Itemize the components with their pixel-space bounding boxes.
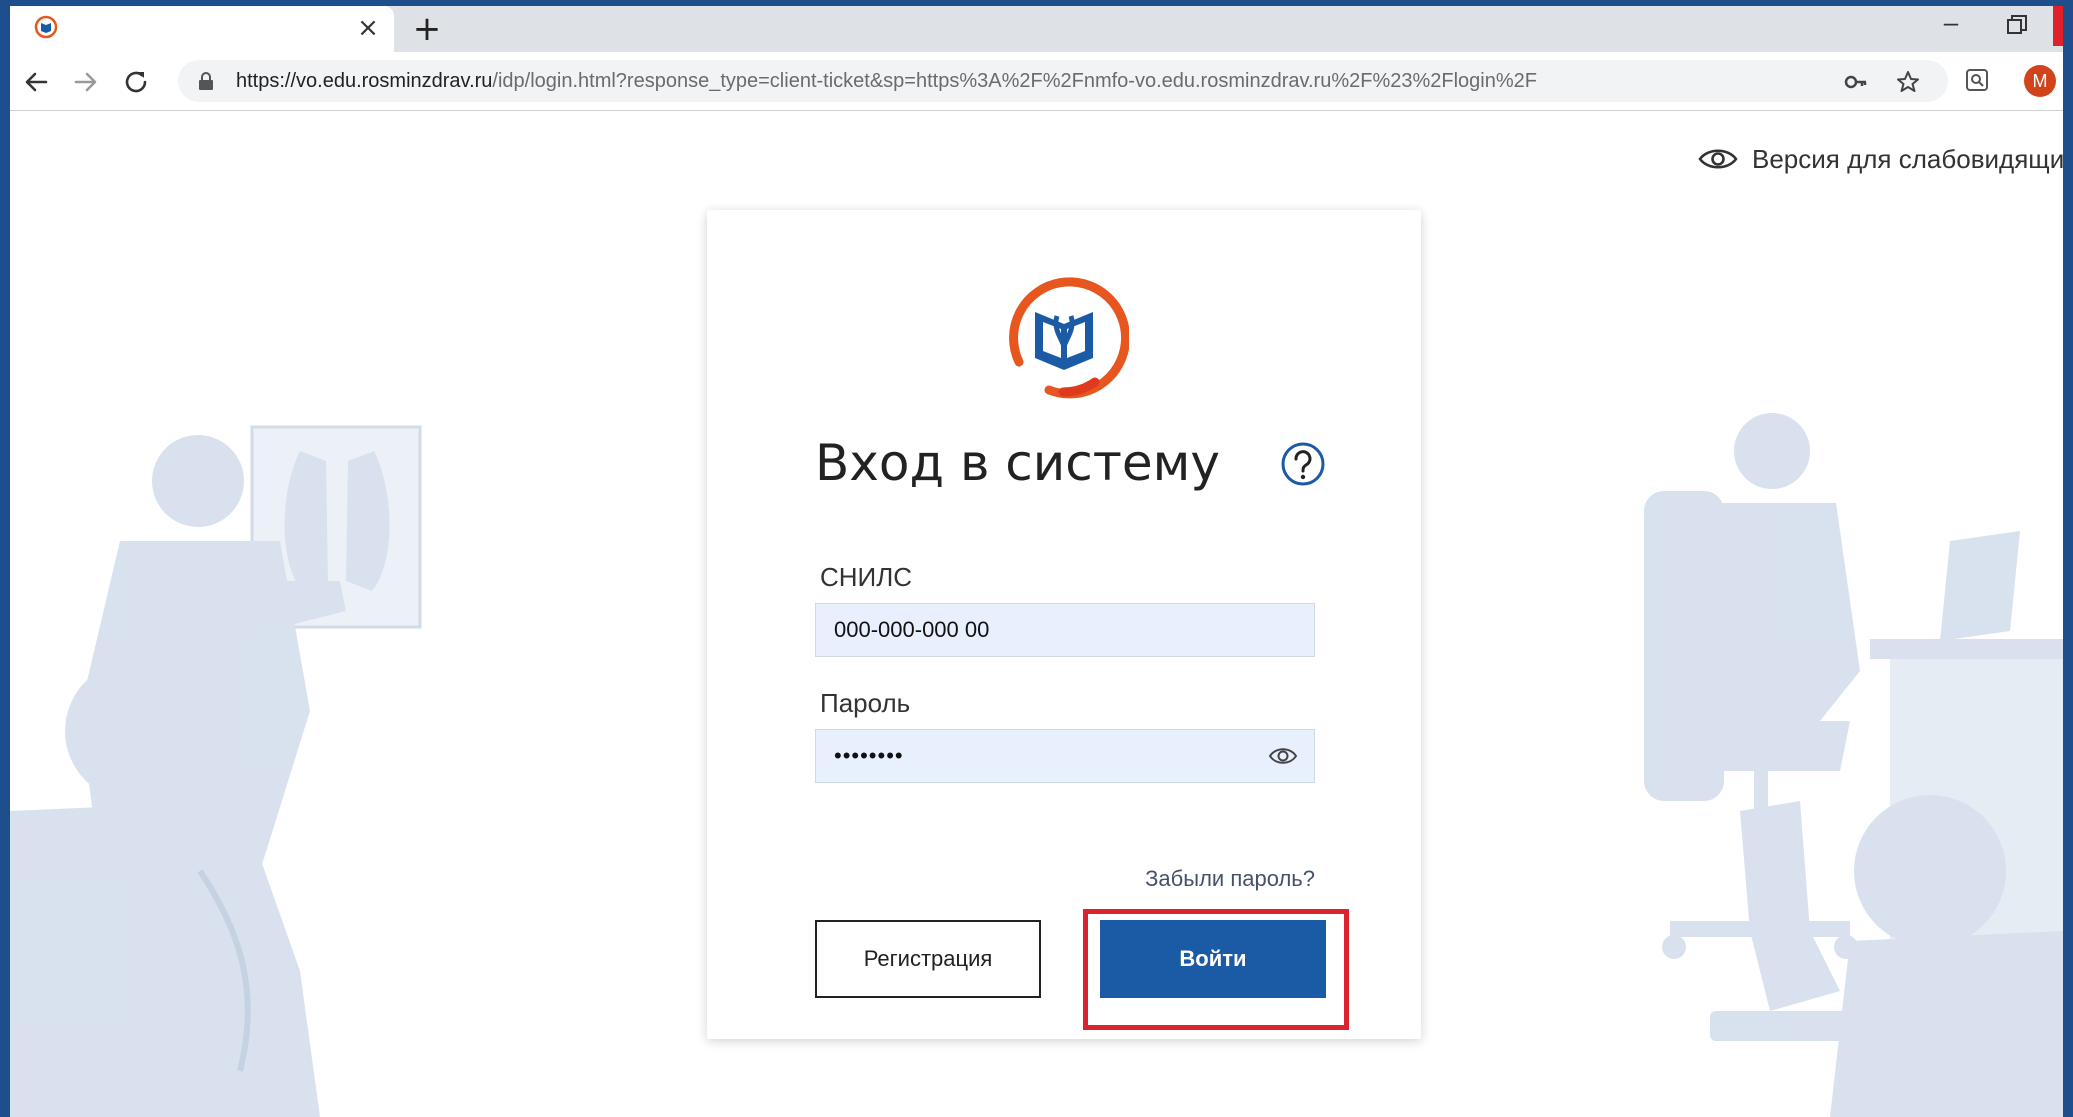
password-label: Пароль	[820, 688, 911, 718]
password-mask: ••••••••	[834, 743, 904, 768]
browser-toolbar: https://vo.edu.rosminzdrav.ru/idp/login.…	[10, 52, 2063, 111]
url-host: https://vo.edu.rosminzdrav.ru	[236, 70, 493, 92]
login-card: Вход в систему СНИЛС 000-000-000 00 Паро…	[707, 210, 1421, 1039]
site-favicon-icon	[34, 15, 58, 39]
forward-icon[interactable]	[70, 66, 102, 98]
snils-input[interactable]: 000-000-000 00	[815, 603, 1315, 657]
accessibility-version-text: Версия для слабовидящих	[1752, 143, 2063, 174]
eye-icon	[1698, 149, 1738, 169]
snils-label: СНИЛС	[820, 562, 913, 592]
profile-avatar[interactable]: M	[2024, 65, 2056, 97]
address-bar[interactable]: https://vo.edu.rosminzdrav.ru/idp/login.…	[178, 60, 1948, 102]
show-password-eye-icon[interactable]	[1268, 743, 1298, 769]
window-edge	[2053, 6, 2063, 46]
register-button[interactable]: Регистрация	[815, 920, 1041, 998]
password-input[interactable]: ••••••••	[815, 729, 1315, 783]
snils-value: 000-000-000 00	[834, 617, 990, 642]
star-icon[interactable]	[1896, 70, 1920, 94]
restore-icon[interactable]	[2006, 14, 2028, 36]
help-icon[interactable]	[1280, 441, 1326, 487]
back-icon[interactable]	[20, 66, 52, 98]
key-icon[interactable]	[1844, 70, 1868, 94]
active-tab[interactable]: ×	[10, 6, 394, 52]
browser-window: × + – https://vo.edu.rosminzdrav.ru/idp/…	[10, 6, 2063, 1117]
url-text[interactable]: https://vo.edu.rosminzdrav.ru/idp/login.…	[236, 60, 1537, 102]
tab-close-icon[interactable]: ×	[354, 14, 382, 42]
forgot-password-link[interactable]: Забыли пароль?	[1145, 866, 1315, 892]
login-page: Версия для слабовидящих Вход в систему С…	[10, 111, 2063, 1117]
reload-icon[interactable]	[120, 66, 152, 98]
logo-icon	[1009, 277, 1129, 399]
extension-icon[interactable]	[1964, 67, 1990, 93]
new-tab-button[interactable]: +	[410, 12, 444, 46]
lock-icon[interactable]	[198, 72, 214, 90]
accessibility-version-link[interactable]: Версия для слабовидящих	[1698, 139, 2063, 179]
page-title: Вход в систему	[815, 434, 1220, 492]
tab-bar: × + –	[10, 6, 2063, 52]
url-path: /idp/login.html?response_type=client-tic…	[492, 70, 1537, 92]
login-button[interactable]: Войти	[1100, 920, 1326, 998]
minimize-button[interactable]: –	[1936, 9, 1966, 40]
